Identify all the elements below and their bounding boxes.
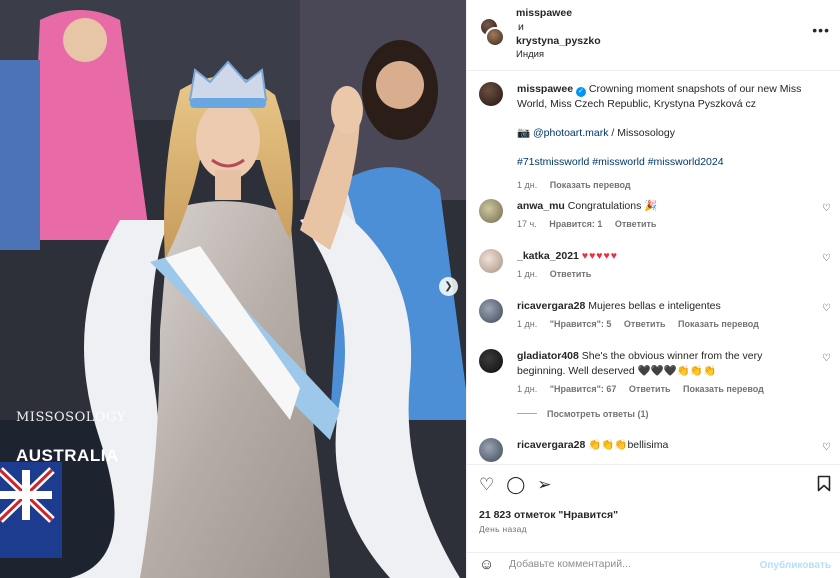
header-conjunction: и [518,21,524,33]
caption-time[interactable]: 1 дн. [517,180,537,190]
collab-avatars[interactable] [479,17,505,47]
share-icon[interactable]: ➢ [537,475,551,495]
photo-watermark: MISSOSOLOGY [16,410,126,425]
camera-icon: 📷 [517,127,531,139]
more-horizontal-icon[interactable]: ••• [812,22,830,38]
comment-input[interactable] [509,558,749,570]
action-icons: ♡ ◯ ➢ [479,475,552,495]
comment-time[interactable]: 17 ч. [517,219,537,229]
comment-time[interactable]: 1 дн. [517,319,537,329]
smiley-icon[interactable]: ☺ [479,556,494,573]
reply-button[interactable]: Ответить [615,219,657,229]
caption-credit: 📷 @photoart.mark / Missosology [517,126,813,141]
photo-flag-label: AUSTRALIA [16,446,119,465]
comment-username[interactable]: gladiator408 [517,350,579,362]
header-user-1[interactable]: misspawee [516,6,601,20]
reply-button[interactable]: Ответить [624,319,666,329]
avatar[interactable] [485,27,505,47]
comment-text: 👏👏👏bellisima [588,439,669,451]
header-location[interactable]: Индия [516,48,601,62]
view-replies-button[interactable]: Посмотреть ответы (1) [517,409,648,419]
comment-translate-link[interactable]: Показать перевод [678,319,759,329]
comment-meta: 1 дн. "Нравится": 5 Ответить Показать пе… [517,319,769,329]
comment-username[interactable]: ricavergara28 [517,439,585,451]
comment-likes[interactable]: "Нравится": 67 [550,384,617,394]
next-photo-button[interactable]: ❯ [439,277,458,296]
caption-credit-rest: / Missosology [608,127,675,139]
comment-likes[interactable]: "Нравится": 5 [550,319,612,329]
bookmark-icon-svg [817,475,831,492]
heart-icon[interactable]: ♡ [822,203,831,214]
heart-icon[interactable]: ♡ [479,475,494,495]
chevron-right-icon: ❯ [444,281,453,292]
post-date[interactable]: День назад [479,524,527,534]
heart-icon[interactable]: ♡ [822,353,831,364]
comment-body: gladiator408 She's the obvious winner fr… [517,349,813,379]
comment-translate-link[interactable]: Показать перевод [683,384,764,394]
caption-hashtags[interactable]: #71stmissworld #missworld #missworld2024 [517,155,813,170]
avatar[interactable] [479,349,503,373]
post-header: misspawee и krystyna_pyszko Индия ••• [467,0,840,71]
comment-likes[interactable]: Нравится: 1 [549,219,602,229]
caption-body: misspawee ✓ Crowning moment snapshots of… [517,82,813,170]
caption-translate-link[interactable]: Показать перевод [550,180,631,190]
caption-username[interactable]: misspawee [517,83,573,95]
post-actions: ♡ ◯ ➢ 21 823 отметок "Нравится" День наз… [467,464,840,552]
bookmark-icon[interactable] [817,475,831,497]
comment-icon[interactable]: ◯ [506,475,525,495]
comment-text: ♥♥♥♥♥ [581,250,618,262]
comment-meta: 1 дн. Ответить [517,269,601,279]
avatar[interactable] [479,249,503,273]
caption-credit-link[interactable]: @photoart.mark [533,127,608,139]
heart-icon[interactable]: ♡ [822,442,831,453]
avatar[interactable] [479,299,503,323]
comment-composer: ☺ Опубликовать [467,552,840,578]
header-usernames: misspawee и krystyna_pyszko Индия [516,6,601,62]
comment-body: _katka_2021 ♥♥♥♥♥ [517,249,813,264]
view-replies-label[interactable]: Посмотреть ответы (1) [547,409,648,419]
publish-button[interactable]: Опубликовать [760,560,831,571]
comment-time[interactable]: 1 дн. [517,269,537,279]
comments-feed[interactable]: misspawee ✓ Crowning moment snapshots of… [467,71,840,464]
comment-body: anwa_mu Congratulations 🎉 [517,199,813,214]
heart-icon[interactable]: ♡ [822,303,831,314]
avatar[interactable] [479,438,503,462]
heart-icon[interactable]: ♡ [822,253,831,264]
comment-username[interactable]: anwa_mu [517,200,565,212]
post-side-panel: misspawee и krystyna_pyszko Индия ••• mi… [466,0,840,578]
comment-body: ricavergara28 Mujeres bellas e inteligen… [517,299,813,314]
comment-text: Mujeres bellas e inteligentes [588,300,721,312]
post-photo-illustration [0,0,466,578]
avatar[interactable] [479,199,503,223]
avatar[interactable] [479,82,503,106]
comment-meta: 1 дн. "Нравится": 67 Ответить Показать п… [517,384,774,394]
reply-button[interactable]: Ответить [550,269,592,279]
comment-meta: 17 ч. Нравится: 1 Ответить [517,219,666,229]
comment-body: ricavergara28 👏👏👏bellisima [517,438,813,453]
comment-username[interactable]: _katka_2021 [517,250,579,262]
caption-meta: 1 дн. Показать перевод [517,180,641,190]
likes-count[interactable]: 21 823 отметок "Нравится" [479,509,618,521]
comment-username[interactable]: ricavergara28 [517,300,585,312]
comment-text: Congratulations 🎉 [567,200,658,212]
reply-button[interactable]: Ответить [629,384,671,394]
header-user-2[interactable]: krystyna_pyszko [516,34,601,48]
post-photo: MISSOSOLOGY AUSTRALIA ❯ [0,0,466,578]
comment-time[interactable]: 1 дн. [517,384,537,394]
verified-badge-icon: ✓ [575,87,586,97]
replies-divider [517,413,537,414]
